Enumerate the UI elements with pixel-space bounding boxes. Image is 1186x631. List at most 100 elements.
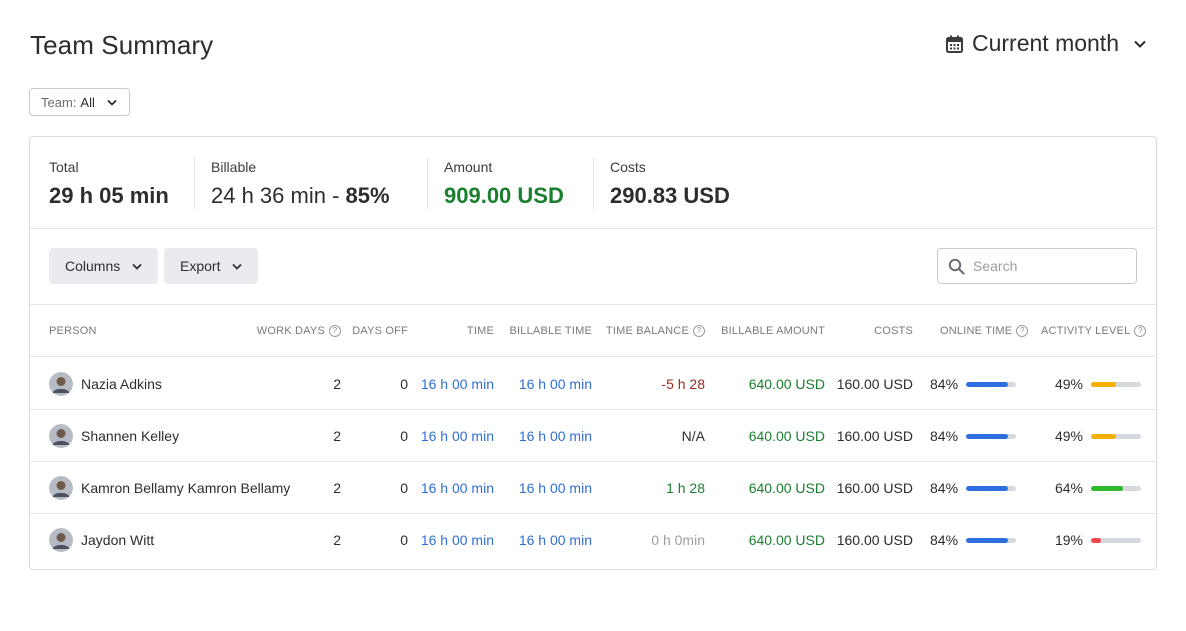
avatar [49,372,73,396]
stats-bar: Total 29 h 05 min Billable 24 h 36 min -… [30,137,1156,229]
billable-time-link[interactable]: 16 h 00 min [494,462,592,514]
activity-level-value: 19% [1054,532,1083,548]
activity-level-bar [1091,381,1141,387]
activity-level-value: 49% [1054,428,1083,444]
export-button-label: Export [180,258,221,274]
help-icon[interactable]: ? [693,325,705,337]
col-days-off[interactable]: DAYS OFF [340,325,408,337]
avatar [49,424,73,448]
search-input[interactable] [973,258,1123,274]
days-off-cell: 0 [400,428,408,444]
search-box[interactable] [937,248,1137,284]
time-balance-cell: N/A [681,428,705,444]
online-time-cell: 84% [930,358,1026,410]
page-title: Team Summary [30,30,214,60]
time-balance-cell: -5 h 28 [661,376,705,392]
activity-level-value: 64% [1054,480,1083,496]
help-icon[interactable]: ? [1016,325,1029,337]
costs-cell: 160.00 USD [836,480,913,496]
person-cell[interactable]: Nazia Adkins [49,358,162,410]
person-name: Nazia Adkins [81,376,162,392]
col-days-off-label: DAYS OFF [352,325,408,337]
activity-level-cell: 64% [1033,462,1141,514]
online-time-cell: 84% [930,514,1026,566]
activity-level-bar-fill [1091,485,1123,491]
stat-billable-time: 24 h 36 min - [211,183,346,208]
activity-level-bar-fill [1091,381,1116,387]
billable-time-link[interactable]: 16 h 00 min [494,358,592,410]
online-time-bar-fill [966,381,1009,387]
time-link[interactable]: 16 h 00 min [410,410,494,462]
stat-costs-label: Costs [610,159,646,175]
col-billable-time-label: BILLABLE TIME [509,325,592,337]
col-billable-amount-label: BILLABLE AMOUNT [721,325,825,337]
costs-cell: 160.00 USD [836,532,913,548]
col-activity-level-label: ACTIVITY LEVEL [1041,325,1131,337]
work-days-cell: 2 [333,428,341,444]
stat-total-value: 29 h 05 min [49,183,169,208]
col-online-time[interactable]: ONLINE TIME? [940,325,1029,337]
export-button[interactable]: Export [164,248,259,284]
team-filter-value: All [80,94,95,110]
stat-total: Total 29 h 05 min [49,157,169,209]
activity-level-cell: 49% [1033,358,1141,410]
period-selector[interactable]: Current month [945,30,1146,57]
online-time-value: 84% [930,376,959,392]
person-cell[interactable]: Jaydon Witt [49,514,154,566]
work-days-cell: 2 [333,376,341,392]
stat-costs: Costs 290.83 USD [593,157,730,209]
chevron-down-icon [232,263,243,270]
col-billable-amount[interactable]: BILLABLE AMOUNT [705,325,825,337]
online-time-value: 84% [930,428,959,444]
time-balance-cell: 0 h 0min [651,532,705,548]
days-off-cell: 0 [400,532,408,548]
chevron-down-icon [107,99,117,106]
stat-amount-label: Amount [444,159,493,175]
col-person-label: PERSON [49,325,97,337]
time-link[interactable]: 16 h 00 min [410,514,494,566]
col-person[interactable]: PERSON [49,325,97,337]
search-icon [948,258,965,275]
table-row: Jaydon Witt 2 0 16 h 00 min 16 h 00 min … [30,514,1156,566]
col-online-time-label: ONLINE TIME [940,325,1013,337]
activity-level-cell: 19% [1033,514,1141,566]
time-link[interactable]: 16 h 00 min [410,462,494,514]
col-costs[interactable]: COSTS [825,325,913,337]
col-activity-level[interactable]: ACTIVITY LEVEL? [1041,325,1147,337]
table-row: Shannen Kelley 2 0 16 h 00 min 16 h 00 m… [30,410,1156,462]
columns-button-label: Columns [65,258,121,274]
stat-billable-percent: 85% [345,183,390,208]
activity-level-bar-fill [1091,433,1116,439]
col-work-days[interactable]: WORK DAYS? [230,325,341,337]
activity-level-value: 49% [1054,376,1083,392]
online-time-value: 84% [930,480,959,496]
team-filter-label: Team: [41,94,77,110]
online-time-bar [966,381,1017,387]
activity-level-cell: 49% [1033,410,1141,462]
billable-time-link[interactable]: 16 h 00 min [494,514,592,566]
col-time-balance[interactable]: TIME BALANCE? [592,325,705,337]
days-off-cell: 0 [400,376,408,392]
col-time[interactable]: TIME [410,325,494,337]
stat-total-label: Total [49,159,79,175]
table-header: PERSON WORK DAYS? DAYS OFF TIME BILLABLE… [30,305,1156,357]
person-cell[interactable]: Shannen Kelley [49,410,179,462]
time-link[interactable]: 16 h 00 min [410,358,494,410]
online-time-bar [966,485,1017,491]
billable-time-link[interactable]: 16 h 00 min [494,410,592,462]
billable-amount-cell: 640.00 USD [748,532,825,548]
calendar-icon [945,35,963,53]
stat-amount-value: 909.00 USD [444,183,564,208]
costs-cell: 160.00 USD [836,428,913,444]
help-icon[interactable]: ? [1134,325,1147,337]
billable-amount-cell: 640.00 USD [748,376,825,392]
columns-button[interactable]: Columns [49,248,159,284]
team-filter-dropdown[interactable]: Team: All [29,88,130,116]
stat-amount: Amount 909.00 USD [427,157,564,209]
col-billable-time[interactable]: BILLABLE TIME [494,325,592,337]
online-time-bar-fill [966,433,1009,439]
work-days-cell: 2 [333,480,341,496]
period-label: Current month [971,30,1119,56]
chevron-down-icon [1134,40,1146,48]
col-costs-label: COSTS [874,325,913,337]
